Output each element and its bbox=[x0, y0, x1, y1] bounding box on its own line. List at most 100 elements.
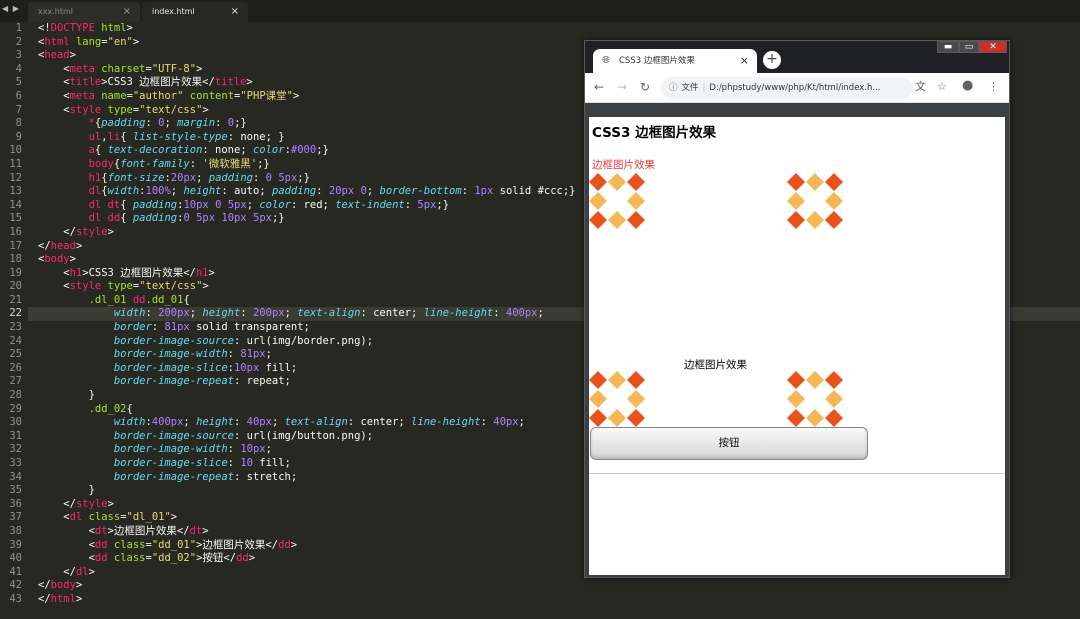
code-token: html bbox=[50, 592, 76, 605]
code-line[interactable]: dl{width:100%; height: auto; padding: 20… bbox=[38, 185, 598, 199]
code-line[interactable]: </style> bbox=[38, 498, 598, 512]
code-line[interactable]: <meta name="author" content="PHP课堂"> bbox=[38, 90, 598, 104]
code-line[interactable]: border-image-width: 81px; bbox=[38, 348, 598, 362]
code-line[interactable]: <meta charset="UTF-8"> bbox=[38, 63, 598, 77]
code-line[interactable]: border-image-repeat: repeat; bbox=[38, 375, 598, 389]
line-number: 40 bbox=[9, 552, 22, 565]
code-token: < bbox=[38, 62, 70, 75]
code-line[interactable]: border-image-width: 10px; bbox=[38, 443, 598, 457]
editor-tab-xxx[interactable]: xxx.html × bbox=[28, 2, 140, 22]
code-line[interactable]: </body> bbox=[38, 579, 598, 593]
diamond-shape bbox=[787, 371, 805, 389]
info-icon[interactable]: ⓘ bbox=[669, 83, 678, 93]
profile-icon[interactable]: ● bbox=[962, 79, 973, 93]
code-line[interactable]: dl dd{ padding:0 5px 10px 5px;} bbox=[38, 212, 598, 226]
address-bar[interactable]: ⓘ 文件 | D:/phpstudy/www/php/Kt/html/index.h.… bbox=[661, 77, 913, 99]
menu-icon[interactable]: ⋮ bbox=[988, 80, 999, 94]
translate-icon[interactable]: 文 bbox=[915, 80, 926, 94]
diamond-shape bbox=[806, 173, 824, 191]
code-line[interactable]: width: 400px; height: 40px; text-align: c… bbox=[38, 416, 598, 430]
diamond-shape bbox=[627, 211, 645, 229]
bookmark-star-icon[interactable]: ☆ bbox=[937, 80, 947, 94]
code-line[interactable]: <dd class="dd_01">边框图片效果</dd> bbox=[38, 539, 598, 553]
code-line[interactable]: <!DOCTYPE html> bbox=[38, 22, 598, 36]
code-line[interactable]: .dl_01 dd.dd_01{ bbox=[38, 294, 598, 308]
minimize-button[interactable]: ▬ bbox=[937, 41, 959, 53]
code-line[interactable]: a{ text-decoration: none; color:#000;} bbox=[38, 144, 598, 158]
code-token: width bbox=[113, 307, 146, 320]
maximize-button[interactable]: ▭ bbox=[959, 41, 979, 53]
code-token: text-align bbox=[297, 307, 361, 320]
code-line[interactable]: body{font-family: '微软雅黑';} bbox=[38, 158, 598, 172]
page-viewport[interactable]: CSS3 边框图片效果 边框图片效果 边框图片效果 按钮 bbox=[589, 117, 1005, 575]
code-line[interactable]: dl dt{ padding:10px 0 5px; color: red; t… bbox=[38, 199, 598, 213]
code-token: > bbox=[246, 76, 253, 89]
browser-tab[interactable]: 🌐︎ CSS3 边框图片效果 × bbox=[593, 49, 757, 73]
code-line[interactable]: border-image-slice:10px fill; bbox=[38, 362, 598, 376]
code-line[interactable]: border-image-source: url(img/border.png)… bbox=[38, 335, 598, 349]
code-token: dd bbox=[94, 552, 108, 565]
code-line[interactable]: .dd_02{ bbox=[38, 403, 598, 417]
code-line[interactable]: border-image-repeat: stretch; bbox=[38, 471, 598, 485]
line-number: 3 bbox=[15, 49, 22, 62]
close-icon[interactable]: × bbox=[231, 2, 239, 22]
line-number: 5 bbox=[15, 76, 22, 89]
code-line[interactable]: <dl class="dl_01"> bbox=[38, 511, 598, 525]
close-window-button[interactable]: ✕ bbox=[979, 41, 1007, 53]
code-line[interactable]: <dt>边框图片效果</dt> bbox=[38, 525, 598, 539]
code-line[interactable]: </head> bbox=[38, 240, 598, 254]
code-token: : bbox=[227, 457, 241, 469]
code-line[interactable]: <body> bbox=[38, 253, 598, 267]
browser-window: ▬ ▭ ✕ 🌐︎ CSS3 边框图片效果 × + ← → ↻ ⓘ 文件 | D:/ph… bbox=[584, 40, 1010, 578]
code-line[interactable]: border-image-slice: 10 fill; bbox=[38, 457, 598, 471]
code-line[interactable]: *{padding: 0; margin: 0;} bbox=[38, 117, 598, 131]
code-line[interactable]: </dl> bbox=[38, 566, 598, 580]
code-line[interactable]: </html> bbox=[38, 593, 598, 607]
code-token: ;} bbox=[271, 212, 285, 225]
code-line[interactable]: <dd class="dd_02">按钮</dd> bbox=[38, 552, 598, 566]
close-icon[interactable]: × bbox=[123, 2, 131, 22]
code-line[interactable]: <title>CSS3 边框图片效果</title> bbox=[38, 76, 598, 90]
line-number: 12 bbox=[9, 171, 22, 184]
code-line[interactable]: <style type="text/css"> bbox=[38, 104, 598, 118]
code-token: "dd_02" bbox=[151, 552, 197, 565]
code-line[interactable]: border: 81px solid transparent; bbox=[38, 321, 598, 335]
code-token: > bbox=[107, 497, 114, 510]
code-line[interactable]: } bbox=[38, 389, 598, 403]
code-token: : bbox=[480, 416, 494, 429]
code-editor[interactable]: <!DOCTYPE html> <html lang="en"> <head> <m… bbox=[38, 22, 598, 607]
code-line[interactable]: <head> bbox=[38, 49, 598, 63]
url-text[interactable]: D:/phpstudy/www/php/Kt/html/index.h... bbox=[709, 83, 880, 93]
code-line[interactable]: </style> bbox=[38, 226, 598, 240]
code-token: > bbox=[202, 524, 209, 537]
forward-icon[interactable]: → bbox=[617, 79, 627, 95]
code-token: >边框图片效果</ bbox=[196, 538, 279, 551]
code-line[interactable]: <html lang="en"> bbox=[38, 36, 598, 50]
tab-nav-arrows-icon[interactable]: ◀ ▶ bbox=[2, 4, 20, 13]
code-token: < bbox=[38, 266, 70, 279]
code-token: : none; } bbox=[227, 130, 285, 143]
scheme-label: 文件 bbox=[681, 83, 699, 93]
code-token: >CSS3 边框图片效果</ bbox=[101, 76, 215, 89]
code-token: < bbox=[38, 552, 95, 565]
tab-close-icon[interactable]: × bbox=[740, 49, 749, 73]
code-token: ; bbox=[170, 185, 184, 198]
diamond-shape bbox=[627, 192, 645, 210]
editor-tab-index[interactable]: index.html × bbox=[142, 2, 248, 22]
code-line[interactable]: ul,li{ list-style-type: none; } bbox=[38, 131, 598, 145]
border-image-button[interactable]: 按钮 bbox=[590, 427, 868, 460]
code-token: height bbox=[196, 416, 234, 429]
reload-icon[interactable]: ↻ bbox=[640, 79, 650, 95]
back-icon[interactable]: ← bbox=[594, 79, 604, 95]
code-line[interactable]: } bbox=[38, 484, 598, 498]
code-line[interactable]: h1{font-size:20px; padding: 0 5px;} bbox=[38, 172, 598, 186]
code-line[interactable]: <h1>CSS3 边框图片效果</h1> bbox=[38, 267, 598, 281]
code-line[interactable]: border-image-source: url(img/button.png)… bbox=[38, 430, 598, 444]
code-token: >边框图片效果</ bbox=[107, 524, 190, 537]
new-tab-button[interactable]: + bbox=[763, 51, 781, 69]
code-line[interactable]: <style type="text/css"> bbox=[38, 280, 598, 294]
code-token: <! bbox=[38, 22, 51, 34]
code-line[interactable]: width: 200px; height: 200px; text-align:… bbox=[38, 307, 598, 321]
